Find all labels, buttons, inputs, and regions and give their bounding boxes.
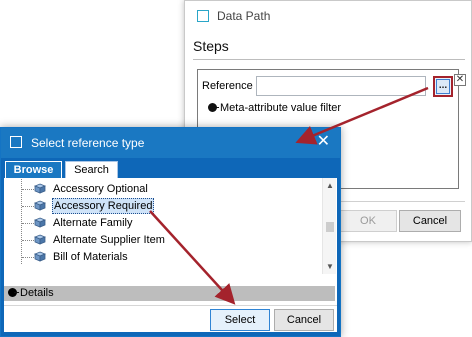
reference-input[interactable]: [256, 76, 426, 96]
meta-filter-label: Meta-attribute value filter: [220, 102, 342, 114]
reference-type-icon: [34, 234, 46, 245]
tree-branch: [22, 189, 34, 190]
remove-step-icon[interactable]: ✕: [454, 74, 466, 86]
expand-icon: [8, 288, 19, 297]
tab-browse[interactable]: Browse: [5, 161, 62, 179]
ellipsis-label: ...: [436, 79, 450, 94]
select-button[interactable]: Select: [210, 309, 270, 331]
tree-item-label: Alternate Family: [53, 217, 133, 229]
tab-content: Accessory Optional Accessory Required Al…: [4, 178, 337, 332]
scroll-down-icon[interactable]: ▼: [326, 262, 334, 271]
select-reference-titlebar: Select reference type ✕: [1, 128, 340, 158]
details-label: Details: [20, 287, 54, 299]
details-section-toggle[interactable]: Details: [4, 286, 335, 301]
steps-heading: Steps: [193, 38, 229, 54]
tree-connector: [21, 178, 22, 264]
browse-reference-button[interactable]: ...: [433, 76, 453, 97]
tree-item-label: Alternate Supplier Item: [53, 234, 165, 246]
tree-item-label: Accessory Required: [52, 198, 155, 214]
cancel-button[interactable]: Cancel: [399, 210, 461, 232]
select-reference-type-dialog: Select reference type ✕ Browse Search Ac…: [0, 127, 341, 337]
tree-branch: [22, 257, 34, 258]
tree-branch: [22, 223, 34, 224]
dialog-body: Browse Search Accessory Optional Accesso…: [1, 158, 340, 336]
tree-branch: [22, 240, 34, 241]
reference-type-icon: [34, 183, 46, 194]
expand-icon: [208, 103, 219, 112]
meta-filter-toggle[interactable]: Meta-attribute value filter: [208, 102, 341, 114]
tree-item-label: Bill of Materials: [53, 251, 128, 263]
reference-type-icon: [34, 200, 46, 211]
window-icon: [197, 10, 209, 22]
reference-label: Reference: [202, 80, 253, 92]
reference-type-icon: [34, 251, 46, 262]
window-icon: [10, 136, 22, 148]
steps-divider: [193, 59, 465, 60]
tab-search[interactable]: Search: [65, 161, 118, 179]
data-path-titlebar: Data Path: [185, 1, 471, 31]
tree-branch: [22, 206, 34, 207]
scroll-up-icon[interactable]: ▲: [326, 181, 334, 190]
reference-type-tree: Accessory Optional Accessory Required Al…: [4, 178, 322, 274]
tree-scrollbar[interactable]: ▲ ▼: [322, 178, 336, 274]
ok-button[interactable]: OK: [339, 210, 397, 232]
data-path-title: Data Path: [217, 9, 271, 23]
dialog-title: Select reference type: [31, 136, 145, 150]
tree-item-label: Accessory Optional: [53, 183, 148, 195]
reference-type-icon: [34, 217, 46, 228]
footer-divider: [4, 305, 337, 306]
close-icon[interactable]: ✕: [317, 133, 330, 151]
scroll-thumb[interactable]: [326, 222, 334, 232]
cancel-button[interactable]: Cancel: [274, 309, 334, 331]
